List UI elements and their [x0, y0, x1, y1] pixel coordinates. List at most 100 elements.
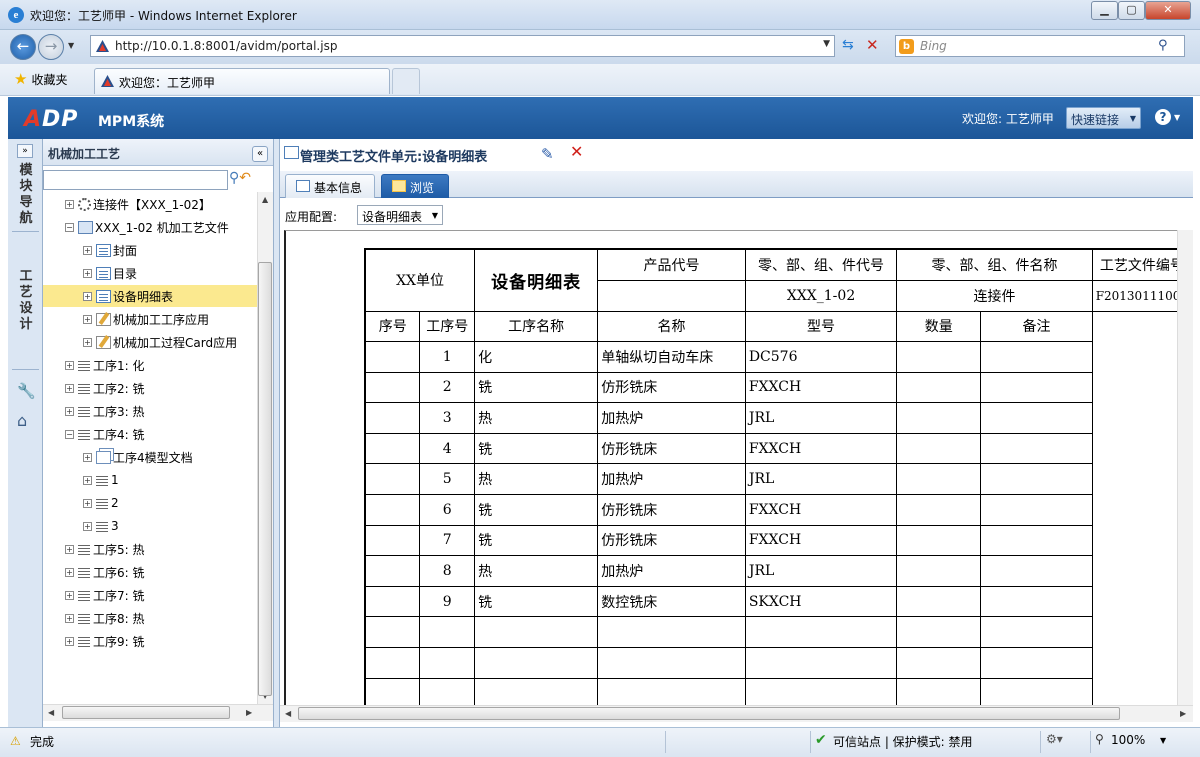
tree-node[interactable]: + 连接件【XXX_1-02】 [43, 193, 257, 215]
expand-toggle-icon[interactable]: + [65, 199, 74, 209]
expand-toggle-icon[interactable]: + [83, 245, 92, 255]
tree-node[interactable]: + 封面 [43, 239, 257, 261]
table-row: 9 铣数控铣床 SKXCH [364, 585, 1192, 618]
close-button[interactable]: ✕ [1145, 1, 1191, 20]
welcome-text: 欢迎您: 工艺师甲 [962, 112, 1054, 126]
tree-node[interactable]: + 机械加工工序应用 [43, 308, 257, 330]
tree-h-scroll-thumb[interactable] [62, 706, 230, 719]
help-icon[interactable]: ? [1155, 109, 1171, 125]
divider [1040, 731, 1041, 753]
tree-scroll-thumb[interactable] [258, 262, 272, 696]
tree-node[interactable]: + 工序9: 铣 [43, 630, 257, 652]
list-icon [78, 543, 91, 556]
search-icon[interactable]: ⚲ [1158, 38, 1168, 53]
address-dropdown-icon[interactable]: ▼ [823, 39, 830, 49]
expand-toggle-icon[interactable]: + [65, 383, 74, 393]
collapse-panel-button[interactable]: « [252, 146, 268, 162]
tree-node[interactable]: + 工序6: 铣 [43, 561, 257, 583]
expand-toggle-icon[interactable]: + [83, 337, 92, 347]
zoom-level[interactable]: 100% [1111, 733, 1145, 747]
home-icon[interactable]: ⌂ [17, 411, 27, 430]
expand-toggle-icon[interactable]: + [83, 314, 92, 324]
expand-toggle-icon[interactable]: + [65, 406, 74, 416]
expand-toggle-icon[interactable]: + [65, 567, 74, 577]
expand-toggle-icon[interactable]: + [65, 360, 74, 370]
header-value [597, 279, 746, 312]
forward-button[interactable]: → [38, 34, 64, 60]
tree-node[interactable]: + 工序1: 化 [43, 354, 257, 376]
table-row: 4 铣仿形铣床 FXXCH [364, 432, 1192, 465]
config-select[interactable]: 设备明细表 ▼ [357, 205, 443, 225]
table-cell [744, 616, 898, 649]
help-dropdown-icon[interactable]: ▼ [1174, 113, 1180, 122]
expand-toggle-icon[interactable]: + [65, 544, 74, 554]
column-header-row: 序号 工序号 工序名称 名称 型号 数量 备注 [364, 310, 1192, 343]
expand-nav-button[interactable]: » [17, 144, 33, 158]
edit-icon[interactable]: ✎ [541, 145, 554, 163]
security-zone[interactable]: 可信站点 | 保护模式: 禁用 [833, 733, 973, 750]
tree-node[interactable]: + 工序8: 热 [43, 607, 257, 629]
tree-node[interactable]: + 工序4模型文档 [43, 446, 257, 468]
module-nav-tab[interactable]: 模块导航 [18, 163, 34, 227]
tab-preview[interactable]: 浏览 [381, 174, 449, 198]
tree-node[interactable]: +3 [43, 515, 257, 537]
tree-node[interactable]: +2 [43, 492, 257, 514]
quick-link-dropdown[interactable]: 快速链接 ▼ [1066, 107, 1141, 129]
tree-node[interactable]: + 工序3: 热 [43, 400, 257, 422]
tree-search-icon[interactable]: ⚲↶ [229, 170, 251, 186]
tree-node[interactable]: + 目录 [43, 262, 257, 284]
refresh-icon[interactable]: ⇆ [842, 37, 854, 53]
expand-toggle-icon[interactable]: + [83, 268, 92, 278]
panel-splitter[interactable] [273, 139, 280, 727]
tree-node[interactable]: + 工序7: 铣 [43, 584, 257, 606]
favorites-button[interactable]: ★ 收藏夹 [14, 70, 67, 88]
tree-node[interactable]: + 工序5: 热 [43, 538, 257, 560]
stop-icon[interactable]: ✕ [866, 36, 879, 54]
expand-toggle-icon[interactable]: + [83, 521, 92, 531]
zoom-dropdown-icon[interactable]: ▼ [1160, 736, 1166, 745]
wrench-icon[interactable]: 🔧 [17, 382, 36, 400]
main-h-scroll-thumb[interactable] [298, 707, 1120, 720]
window-title: 欢迎您：工艺师甲 - Windows Internet Explorer [30, 9, 297, 23]
expand-toggle-icon[interactable]: + [83, 498, 92, 508]
browser-tab[interactable]: 欢迎您：工艺师甲 [94, 68, 390, 94]
tree-node-label: 工序8: 热 [93, 611, 145, 626]
maximize-button[interactable]: ▢ [1118, 1, 1145, 20]
viewer-vertical-scrollbar[interactable] [1177, 230, 1193, 706]
process-design-tab[interactable]: 工艺设计 [18, 269, 34, 333]
document-icon [284, 146, 299, 159]
favorites-label: 收藏夹 [31, 72, 68, 87]
expand-toggle-icon[interactable]: + [83, 452, 92, 462]
history-dropdown-icon[interactable]: ▼ [68, 41, 74, 50]
back-button[interactable]: ← [10, 34, 36, 60]
expand-toggle-icon[interactable]: + [65, 636, 74, 646]
tree-node[interactable]: + 机械加工过程Card应用 [43, 331, 257, 353]
settings-icon[interactable]: ⚙▾ [1046, 732, 1063, 746]
tree-search-input[interactable] [43, 170, 228, 190]
tree-node[interactable]: +1 [43, 469, 257, 491]
tree-node-label: 封面 [113, 243, 138, 258]
new-tab-button[interactable] [392, 68, 420, 94]
expand-toggle-icon[interactable]: + [83, 291, 92, 301]
list-icon [78, 589, 91, 602]
expand-toggle-icon[interactable]: − [65, 222, 74, 232]
tab-label: 浏览 [410, 181, 435, 195]
status-bar: ⚠ 完成 ✔ 可信站点 | 保护模式: 禁用 ⚙▾ ⚲ 100% ▼ [0, 727, 1200, 757]
search-box[interactable]: b Bing ⚲ [895, 35, 1185, 57]
minimize-button[interactable]: ▁ [1091, 1, 1118, 20]
tab-basic-info[interactable]: 基本信息 [285, 174, 375, 198]
search-input[interactable]: Bing [920, 39, 947, 53]
expand-toggle-icon[interactable]: − [65, 429, 74, 439]
expand-toggle-icon[interactable]: + [83, 475, 92, 485]
table-cell [364, 677, 421, 706]
tree-node[interactable]: − XXX_1-02 机加工艺文件 [43, 216, 257, 238]
tree-node[interactable]: + 设备明细表 [43, 285, 257, 307]
expand-toggle-icon[interactable]: + [65, 590, 74, 600]
address-input[interactable]: http://10.0.1.8:8001/avidm/portal.jsp [115, 39, 337, 53]
tree-node[interactable]: + 工序2: 铣 [43, 377, 257, 399]
tree-node[interactable]: − 工序4: 铣 [43, 423, 257, 445]
address-bar[interactable]: http://10.0.1.8:8001/avidm/portal.jsp ▼ [90, 35, 835, 57]
expand-toggle-icon[interactable]: + [65, 613, 74, 623]
delete-icon[interactable]: ✕ [570, 142, 583, 161]
tab-favicon-icon [101, 75, 114, 87]
